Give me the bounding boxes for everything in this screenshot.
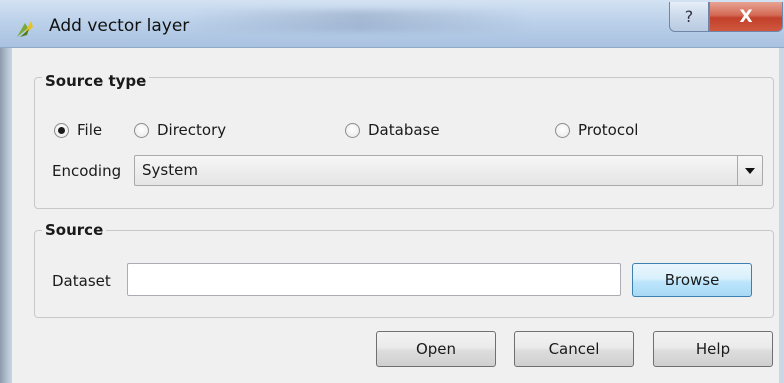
dialog-body: Source type File Directory Database Prot…: [12, 48, 779, 383]
title-bar: Add vector layer ? X: [0, 0, 784, 48]
dataset-input[interactable]: [127, 263, 621, 296]
help-button-label: Help: [695, 340, 731, 358]
chevron-down-icon: [745, 167, 755, 174]
radio-indicator: [345, 122, 360, 138]
qgis-logo-icon: [15, 19, 37, 39]
encoding-selected-value: System: [142, 161, 198, 179]
cancel-button[interactable]: Cancel: [514, 331, 634, 367]
open-button-label: Open: [415, 340, 457, 358]
dataset-label: Dataset: [52, 272, 111, 290]
source-type-group: [34, 77, 774, 209]
open-button[interactable]: Open: [376, 331, 496, 367]
radio-database-label: Database: [368, 121, 440, 139]
encoding-dropdown[interactable]: System: [134, 155, 763, 186]
close-window-button[interactable]: X: [709, 2, 783, 32]
radio-file[interactable]: File: [54, 121, 102, 139]
radio-directory[interactable]: Directory: [134, 121, 226, 139]
question-mark-icon: ?: [684, 7, 694, 26]
dropdown-arrow-button[interactable]: [737, 156, 762, 185]
window-frame-right: [779, 48, 784, 383]
radio-protocol-label: Protocol: [578, 121, 639, 139]
radio-protocol[interactable]: Protocol: [555, 121, 638, 139]
encoding-label: Encoding: [52, 162, 122, 180]
blurred-background-text: [190, 10, 530, 32]
radio-indicator-checked: [54, 122, 69, 138]
radio-file-label: File: [77, 121, 103, 139]
radio-indicator: [134, 122, 149, 138]
browse-button-label: Browse: [664, 271, 720, 289]
source-title: Source: [42, 221, 107, 239]
radio-database[interactable]: Database: [345, 121, 440, 139]
window-frame-left: [0, 48, 12, 383]
radio-directory-label: Directory: [157, 121, 227, 139]
cancel-button-label: Cancel: [548, 340, 600, 358]
radio-indicator: [555, 122, 570, 138]
source-type-title: Source type: [42, 72, 150, 90]
window-title: Add vector layer: [49, 16, 190, 36]
help-button[interactable]: Help: [653, 331, 773, 367]
browse-button[interactable]: Browse: [632, 263, 752, 297]
close-icon: X: [739, 6, 753, 27]
help-window-button[interactable]: ?: [669, 2, 709, 32]
